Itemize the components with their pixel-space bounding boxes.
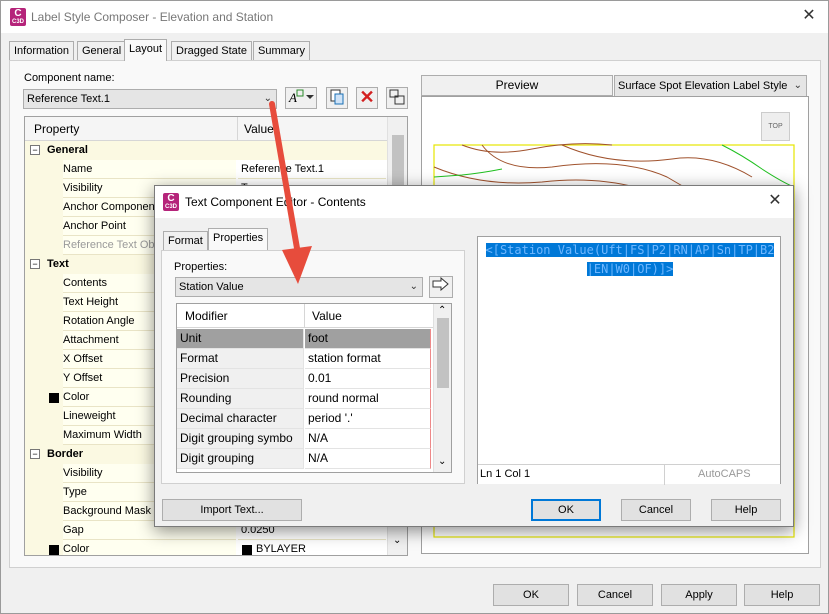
tab-layout[interactable]: Layout <box>124 39 168 61</box>
annotation-arrow-shaft <box>269 101 301 257</box>
tab-properties[interactable]: Properties <box>208 228 269 250</box>
annotation-arrow-head <box>282 246 312 284</box>
annotation-arrow <box>269 101 312 284</box>
